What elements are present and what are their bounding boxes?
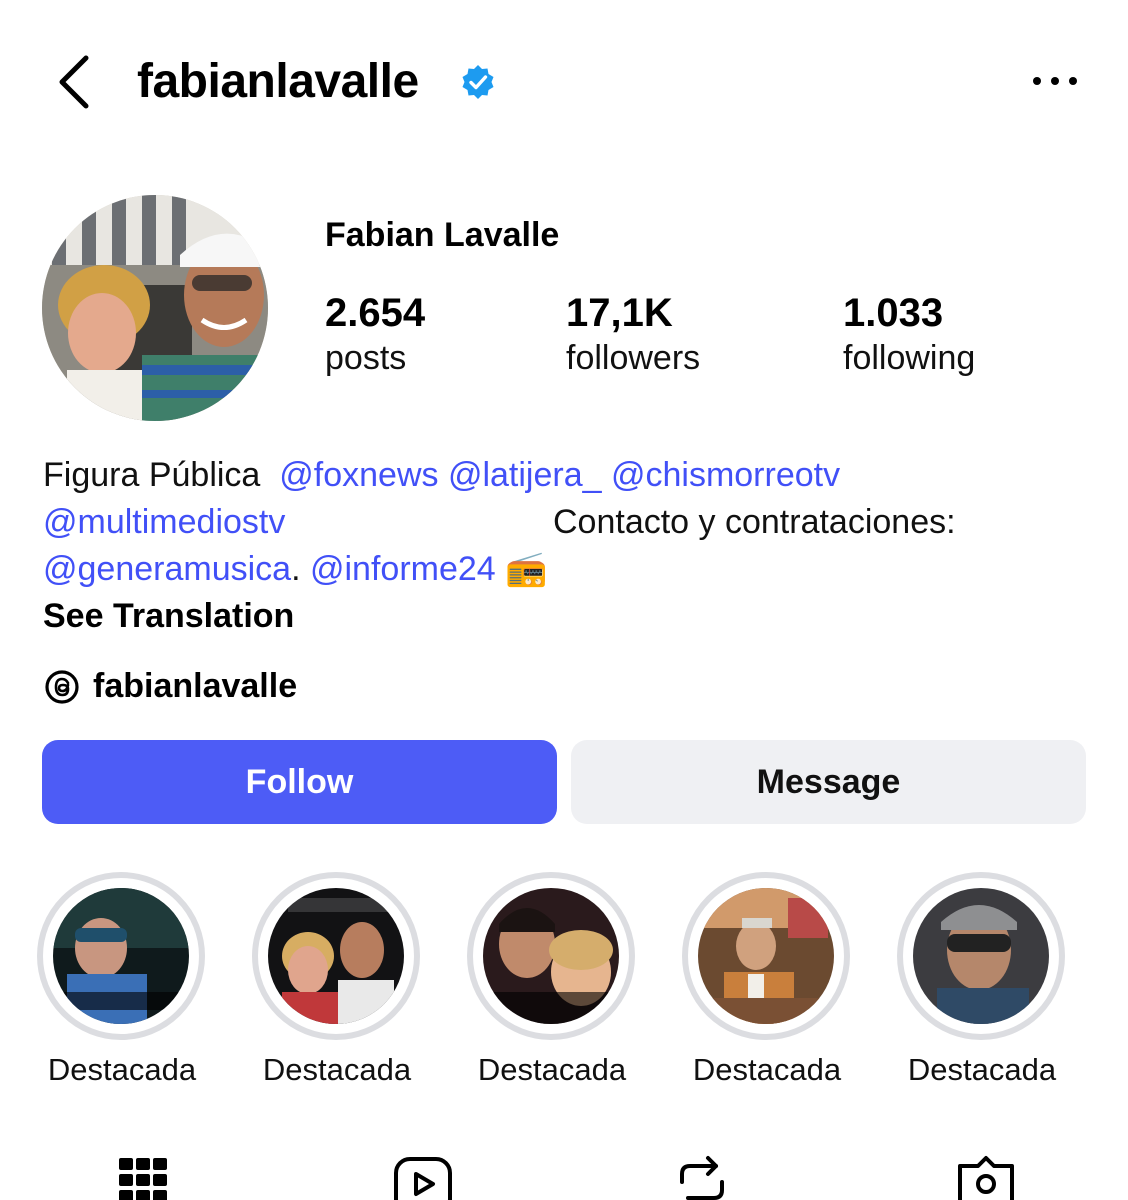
- follow-button[interactable]: Follow: [42, 740, 557, 824]
- bio-line: @multimediostv: [43, 499, 285, 546]
- bio-mention-multimediostv[interactable]: @multimediostv: [43, 503, 285, 541]
- threads-handle: fabianlavalle: [93, 667, 298, 705]
- bio-line: Figura Pública @foxnews @latijera_ @chis…: [43, 452, 840, 499]
- profile-avatar[interactable]: [42, 195, 268, 421]
- highlight-label: Destacada: [47, 1052, 197, 1087]
- highlight-ring: [682, 872, 850, 1040]
- bio-line: @generamusica. @informe24 📻: [43, 546, 548, 593]
- stat-label: posts: [325, 339, 407, 377]
- bio-mention-generamusica[interactable]: @generamusica: [43, 550, 291, 588]
- tagged-icon[interactable]: [956, 1152, 1016, 1200]
- highlight-label: Destacada: [692, 1052, 842, 1087]
- stat-followers[interactable]: 17,1K followers: [566, 290, 700, 380]
- reposts-icon[interactable]: [672, 1152, 732, 1200]
- bio-category: Figura Pública: [43, 456, 261, 494]
- profile-username: fabianlavalle: [137, 55, 419, 108]
- bio-mention-informe24[interactable]: @informe24: [310, 550, 496, 588]
- reels-icon[interactable]: [393, 1152, 453, 1200]
- stat-posts[interactable]: 2.654 posts: [325, 290, 425, 380]
- chevron-left-icon[interactable]: [52, 52, 96, 112]
- stat-label: followers: [566, 339, 701, 377]
- highlight-thumbnail: [268, 888, 404, 1024]
- highlight-ring: [897, 872, 1065, 1040]
- message-button[interactable]: Message: [571, 740, 1086, 824]
- highlight-thumbnail: [913, 888, 1049, 1024]
- bio-line: Contacto y contrataciones:: [553, 499, 956, 546]
- bio-separator: .: [291, 550, 301, 588]
- verified-badge-icon: [462, 65, 494, 99]
- highlight-label: Destacada: [477, 1052, 627, 1087]
- stat-value: 2.654: [325, 291, 426, 335]
- highlight-ring: [252, 872, 420, 1040]
- highlight-thumbnail: [483, 888, 619, 1024]
- profile-header: fabianlavalle: [0, 0, 1128, 165]
- radio-emoji: 📻: [505, 550, 548, 588]
- stat-value: 1.033: [843, 291, 944, 335]
- bio-contact-text: Contacto y contrataciones:: [553, 503, 956, 541]
- bio-mentions[interactable]: @foxnews @latijera_ @chismorreotv: [279, 456, 840, 494]
- threads-icon: [45, 670, 79, 704]
- highlight-ring: [467, 872, 635, 1040]
- grid-icon[interactable]: [117, 1152, 177, 1200]
- highlight-thumbnail: [698, 888, 834, 1024]
- stat-following[interactable]: 1.033 following: [843, 290, 975, 380]
- highlight-label: Destacada: [262, 1052, 412, 1087]
- stat-label: following: [843, 339, 976, 377]
- see-translation-link[interactable]: See Translation: [43, 594, 294, 638]
- highlight-thumbnail: [53, 888, 189, 1024]
- highlight-label: Destacada: [907, 1052, 1057, 1087]
- profile-full-name: Fabian Lavalle: [325, 216, 560, 254]
- highlight-ring: [37, 872, 205, 1040]
- stat-value: 17,1K: [566, 291, 673, 335]
- more-horizontal-icon[interactable]: [1030, 66, 1080, 96]
